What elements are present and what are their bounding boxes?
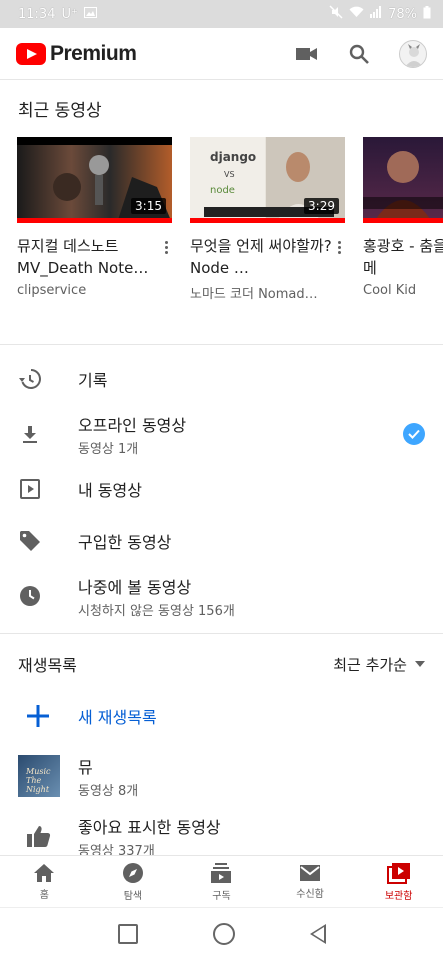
my-videos-item[interactable]: 내 동영상 — [0, 463, 443, 515]
video-title[interactable]: 무엇을 언제 써야할까? Node … — [190, 235, 333, 279]
watch-progress-bar — [17, 218, 172, 223]
mute-icon — [329, 5, 343, 23]
status-time: 11:34 — [18, 6, 56, 22]
youtube-play-logo-icon — [16, 42, 46, 65]
playlist-name: 좋아요 표시한 동영상 — [78, 817, 221, 837]
video-channel: 노마드 코더 Nomad… — [190, 287, 318, 302]
video-thumbnail[interactable] — [363, 137, 443, 223]
playlist-thumbnail-text: Music The Night — [26, 767, 51, 794]
recent-apps-icon[interactable] — [117, 924, 138, 944]
menu-item-label: 기록 — [78, 371, 108, 390]
status-carrier: U⁺ — [61, 6, 78, 22]
status-bar: 11:34 U⁺ 78% — [0, 0, 443, 28]
gallery-notification-icon — [83, 6, 97, 22]
search-icon — [349, 44, 369, 64]
wifi-icon — [349, 6, 364, 22]
tag-icon — [20, 531, 40, 551]
menu-item-subtitle: 시청하지 않은 동영상 156개 — [78, 603, 235, 619]
playlist-count: 동영상 8개 — [78, 783, 139, 799]
recent-video-card[interactable]: 3:15 뮤지컬 데스노트 MV_Death Note… clipservice — [17, 137, 172, 336]
playlists-header: 재생목록 최근 추가순 — [0, 634, 443, 676]
recent-video-card[interactable]: 홍광호 - 춤을 나의 에스메 Cool Kid — [363, 137, 443, 336]
subscriptions-icon — [211, 862, 232, 883]
recent-videos-carousel[interactable]: 3:15 뮤지컬 데스노트 MV_Death Note… clipservice… — [0, 121, 443, 336]
video-channel: Cool Kid — [363, 283, 417, 298]
youtube-premium-logo[interactable]: Premium — [16, 41, 137, 66]
nav-label: 수신함 — [296, 888, 324, 900]
video-camera-icon — [296, 47, 317, 60]
playlist-item[interactable]: Music The Night 뮤 동영상 8개 — [0, 746, 443, 806]
nav-label: 탐색 — [123, 890, 143, 902]
bottom-navigation: 홈 탐색 구독 수신함 보관함 — [0, 855, 443, 907]
playlist-thumbnail: Music The Night — [18, 755, 60, 797]
compass-icon — [122, 862, 143, 883]
more-options-icon[interactable] — [333, 235, 345, 302]
nav-home[interactable]: 홈 — [0, 856, 89, 907]
home-icon — [34, 863, 55, 882]
offline-videos-item[interactable]: 오프라인 동영상 동영상 1개 — [0, 405, 443, 463]
library-icon — [386, 862, 410, 884]
menu-item-label: 오프라인 동영상 — [78, 415, 187, 435]
nav-inbox[interactable]: 수신함 — [266, 856, 355, 907]
nav-subscriptions[interactable]: 구독 — [177, 856, 266, 907]
playlist-name: 뮤 — [78, 757, 93, 777]
system-navigation-bar — [0, 907, 443, 960]
mail-icon — [300, 864, 321, 881]
watch-later-item[interactable]: 나중에 볼 동영상 시청하지 않은 동영상 156개 — [0, 567, 443, 625]
playlists-title: 재생목록 — [18, 656, 77, 675]
recent-videos-title: 최근 동영상 — [18, 101, 102, 121]
app-header: Premium — [0, 28, 443, 80]
dropdown-caret-icon — [415, 661, 425, 667]
video-duration: 3:15 — [131, 198, 166, 214]
video-title[interactable]: 뮤지컬 데스노트 MV_Death Note… — [17, 235, 160, 279]
menu-item-label: 나중에 볼 동영상 — [78, 577, 192, 597]
nav-library[interactable]: 보관함 — [354, 856, 443, 907]
logo-text: Premium — [50, 41, 137, 65]
video-title[interactable]: 홍광호 - 춤을 나의 에스메 — [363, 235, 443, 279]
nav-explore[interactable]: 탐색 — [89, 856, 178, 907]
video-duration: 3:29 — [304, 198, 339, 214]
nav-label: 홈 — [39, 889, 49, 901]
account-avatar[interactable] — [399, 39, 427, 68]
nav-label: 보관함 — [384, 890, 413, 902]
battery-icon — [423, 5, 431, 23]
clock-icon — [20, 586, 40, 606]
sort-label: 최근 추가순 — [333, 655, 407, 674]
new-playlist-label: 새 재생목록 — [78, 708, 157, 727]
signal-icon — [370, 6, 382, 22]
my-videos-icon — [20, 479, 40, 499]
video-thumbnail[interactable]: 3:15 — [17, 137, 172, 223]
upload-video-button[interactable] — [295, 42, 319, 66]
menu-item-subtitle: 동영상 1개 — [78, 441, 139, 457]
downloaded-check-icon — [403, 423, 425, 445]
more-options-icon[interactable] — [160, 235, 172, 298]
battery-percent: 78% — [388, 6, 417, 22]
plus-icon — [27, 705, 49, 727]
download-icon — [23, 426, 37, 443]
playlist-sort-dropdown[interactable]: 최근 추가순 — [333, 654, 425, 675]
history-item[interactable]: 기록 — [0, 353, 443, 405]
watch-progress-bar — [363, 218, 443, 223]
recent-video-card[interactable]: django VS node 3:29 무엇을 언제 써야할까? Node … 노마… — [190, 137, 345, 336]
history-icon — [19, 369, 41, 389]
new-playlist-button[interactable]: 새 재생목록 — [0, 686, 443, 746]
library-menu: 기록 오프라인 동영상 동영상 1개 내 동영상 구입한 동영상 나중에 볼 동… — [0, 345, 443, 625]
video-thumbnail[interactable]: django VS node 3:29 — [190, 137, 345, 223]
menu-item-label: 구입한 동영상 — [78, 533, 172, 552]
home-circle-icon[interactable] — [212, 923, 235, 945]
watch-progress-bar — [190, 218, 345, 223]
video-channel: clipservice — [17, 283, 87, 298]
back-triangle-icon[interactable] — [309, 924, 326, 944]
svg-text:node: node — [210, 185, 235, 196]
search-button[interactable] — [347, 42, 371, 66]
thumbs-up-icon — [27, 826, 51, 847]
menu-item-label: 내 동영상 — [78, 481, 142, 500]
svg-text:django: django — [210, 150, 256, 164]
purchased-videos-item[interactable]: 구입한 동영상 — [0, 515, 443, 567]
svg-text:VS: VS — [224, 170, 235, 179]
nav-label: 구독 — [212, 890, 231, 902]
